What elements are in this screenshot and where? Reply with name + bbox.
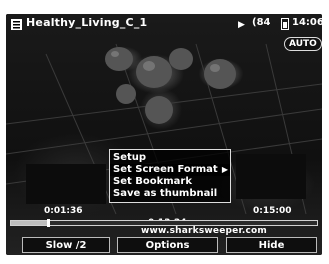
menu-item-set-screen-format[interactable]: Set Screen Format ▶: [110, 164, 230, 176]
video-title: Healthy_Living_C_1: [26, 16, 148, 29]
status-bar: Healthy_Living_C_1 ▶ (84 14:06: [6, 14, 322, 36]
submenu-arrow-icon: ▶: [221, 165, 228, 174]
menu-item-label: Set Screen Format: [113, 164, 218, 175]
hide-button[interactable]: Hide: [226, 237, 317, 253]
slow-button[interactable]: Slow /2: [22, 237, 110, 253]
menu-item-label: Save as thumbnail: [113, 188, 218, 199]
menu-item-set-bookmark[interactable]: Set Bookmark: [110, 176, 230, 188]
video-screen: Healthy_Living_C_1 ▶ (84 14:06 AUTO Setu…: [6, 14, 322, 255]
options-button[interactable]: Options: [117, 237, 218, 253]
menu-item-save-as-thumbnail[interactable]: Save as thumbnail: [110, 188, 230, 200]
context-menu: Setup Set Screen Format ▶ Set Bookmark S…: [109, 149, 231, 203]
list-icon: [11, 19, 22, 30]
signal-status: (84: [252, 17, 271, 28]
seek-handle[interactable]: [46, 219, 50, 227]
elapsed-time: 0:01:36: [44, 206, 83, 216]
menu-item-label: Setup: [113, 152, 147, 163]
watermark-text: www.sharksweeper.com: [141, 226, 267, 236]
play-icon: ▶: [238, 20, 245, 30]
total-time: 0:15:00: [253, 206, 292, 216]
soft-key-bar: Slow /2 Options Hide: [6, 236, 322, 255]
battery-icon: [281, 18, 289, 30]
menu-item-setup[interactable]: Setup: [110, 152, 230, 164]
seek-bar-fill: [11, 221, 48, 225]
menu-item-label: Set Bookmark: [113, 176, 193, 187]
clock: 14:06: [292, 17, 322, 28]
auto-badge[interactable]: AUTO: [284, 37, 322, 51]
